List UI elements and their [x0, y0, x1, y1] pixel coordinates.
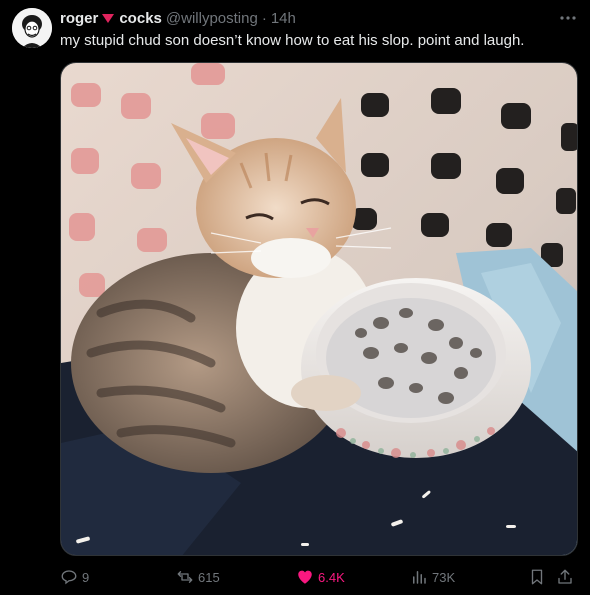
timestamp[interactable]: 14h	[271, 10, 296, 27]
like-button[interactable]: 6.4K	[296, 565, 345, 589]
kitten-with-milk-bowl-photo	[61, 63, 577, 555]
display-name-second: cocks	[119, 9, 162, 27]
share-button[interactable]	[556, 565, 578, 589]
tweet-media-photo[interactable]	[60, 62, 578, 556]
reply-button[interactable]: 9	[60, 565, 89, 589]
avatar[interactable]	[12, 8, 52, 48]
more-horizontal-icon	[560, 16, 576, 20]
share-icon	[558, 569, 572, 584]
separator-dot: ·	[261, 9, 267, 27]
repost-icon	[177, 571, 193, 583]
like-count: 6.4K	[318, 569, 345, 585]
reply-count: 9	[82, 569, 90, 585]
repost-count: 615	[198, 569, 220, 585]
tweet[interactable]: roger cocks @willyposting · 14h my stupi…	[0, 0, 590, 595]
heart-filled-icon	[298, 570, 312, 584]
tweet-header: roger cocks @willyposting · 14h	[60, 8, 296, 28]
tweet-actions: 9 615 6.4K 73K	[60, 565, 580, 589]
tweet-text: my stupid chud son doesn’t know how to e…	[60, 32, 525, 49]
views-bar-chart-icon	[413, 571, 426, 584]
bookmark-icon	[531, 569, 543, 585]
display-name[interactable]: roger cocks	[60, 10, 162, 27]
more-options-button[interactable]	[558, 8, 578, 28]
views-count: 73K	[432, 569, 456, 585]
user-handle[interactable]: @willyposting	[166, 10, 258, 27]
avatar-drawing	[12, 8, 52, 48]
display-name-first: roger	[60, 9, 99, 27]
repost-button[interactable]: 615	[176, 565, 220, 589]
heart-emoji-icon	[101, 11, 115, 25]
reply-icon	[61, 570, 77, 585]
views-button[interactable]: 73K	[410, 565, 455, 589]
bookmark-button[interactable]	[528, 565, 550, 589]
